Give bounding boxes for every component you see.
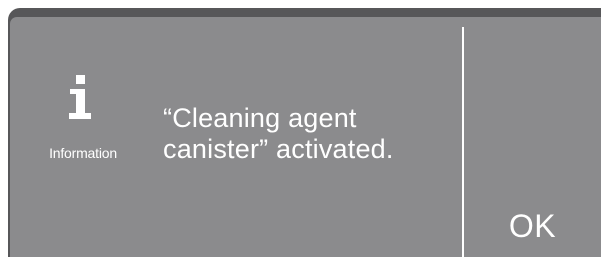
- message-line-1: “Cleaning agent: [163, 103, 357, 133]
- info-icon: [69, 75, 91, 119]
- dialog-screen: Information “Cleaning agent canister” ac…: [10, 17, 601, 257]
- ok-button-label: OK: [508, 208, 557, 244]
- info-caption: Information: [49, 145, 117, 161]
- message-line-2: canister” activated.: [163, 134, 394, 164]
- dialog-message: “Cleaning agent canister” activated.: [163, 103, 453, 165]
- ok-button[interactable]: OK: [464, 177, 601, 257]
